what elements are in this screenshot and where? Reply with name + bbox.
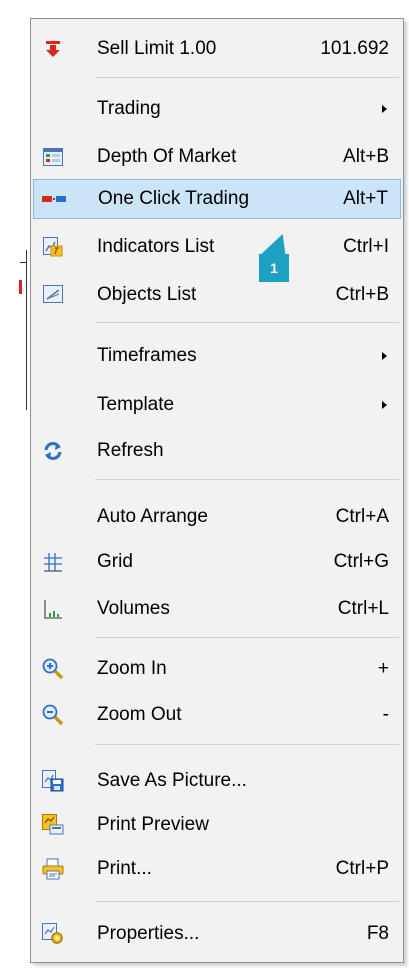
menu-item-label: Zoom Out	[97, 704, 182, 725]
menu-item-volumes[interactable]: Volumes Ctrl+L	[31, 589, 403, 629]
menu-item-label: Properties...	[97, 923, 200, 944]
refresh-icon	[41, 439, 65, 463]
indicators-list-icon	[41, 235, 65, 259]
menu-separator	[95, 901, 399, 902]
menu-item-label: One Click Trading	[98, 188, 250, 209]
menu-item-print-preview[interactable]: Print Preview	[31, 805, 403, 845]
menu-item-label: Print Preview	[97, 814, 209, 835]
printer-icon	[41, 857, 65, 881]
menu-item-label: Zoom In	[97, 658, 167, 679]
menu-item-shortcut: -	[382, 704, 389, 725]
menu-item-label: Template	[97, 394, 175, 415]
menu-item-shortcut: Alt+T	[343, 188, 388, 209]
menu-item-label: Refresh	[97, 440, 164, 461]
chart-edge-marker	[19, 280, 22, 294]
menu-item-shortcut: Alt+B	[343, 146, 389, 167]
print-preview-icon	[41, 813, 65, 837]
annotation-badge: 1	[259, 254, 289, 282]
menu-item-label: Grid	[97, 551, 133, 572]
objects-list-icon	[41, 283, 65, 307]
volumes-icon	[41, 597, 65, 621]
save-as-picture-icon	[41, 769, 65, 793]
menu-item-label: Depth Of Market	[97, 146, 237, 167]
menu-item-depth-of-market[interactable]: Depth Of Market Alt+B	[31, 137, 403, 177]
menu-item-shortcut: Ctrl+A	[335, 506, 389, 527]
menu-item-label: Objects List	[97, 284, 197, 305]
menu-item-sell-limit[interactable]: Sell Limit 1.00 101.692	[31, 29, 403, 69]
menu-item-label: Volumes	[97, 598, 170, 619]
menu-item-label: Print...	[97, 858, 152, 879]
menu-item-shortcut: Ctrl+B	[335, 284, 389, 305]
menu-item-timeframes[interactable]: Timeframes	[31, 336, 403, 376]
menu-item-trading[interactable]: Trading	[31, 89, 403, 129]
sell-arrow-icon	[41, 37, 65, 61]
menu-item-label: Auto Arrange	[97, 506, 208, 527]
menu-item-shortcut: Ctrl+I	[343, 236, 389, 257]
submenu-arrow-icon	[382, 401, 387, 409]
menu-item-refresh[interactable]: Refresh	[31, 431, 403, 471]
menu-item-price: 101.692	[320, 38, 389, 59]
one-click-trading-icon	[42, 187, 66, 211]
menu-item-one-click-trading[interactable]: One Click Trading Alt+T	[33, 179, 401, 219]
menu-item-indicators-list[interactable]: Indicators List Ctrl+I	[31, 227, 403, 267]
menu-separator	[95, 322, 399, 323]
depth-of-market-icon	[41, 145, 65, 169]
menu-item-label: Save As Picture...	[97, 770, 247, 791]
menu-item-auto-arrange[interactable]: Auto Arrange Ctrl+A	[31, 497, 403, 537]
grid-icon	[41, 550, 65, 574]
properties-icon	[41, 922, 65, 946]
chart-edge-line	[26, 250, 27, 410]
menu-item-properties[interactable]: Properties... F8	[31, 914, 403, 954]
menu-separator	[95, 77, 399, 78]
menu-item-save-as-picture[interactable]: Save As Picture...	[31, 761, 403, 801]
menu-item-zoom-in[interactable]: Zoom In +	[31, 649, 403, 689]
submenu-arrow-icon	[382, 105, 387, 113]
menu-item-print[interactable]: Print... Ctrl+P	[31, 849, 403, 889]
menu-item-label: Sell Limit 1.00	[97, 38, 217, 59]
zoom-in-icon	[41, 657, 65, 681]
chart-edge-tick	[20, 262, 27, 263]
menu-item-grid[interactable]: Grid Ctrl+G	[31, 542, 403, 582]
menu-separator	[95, 479, 399, 480]
menu-item-objects-list[interactable]: Objects List Ctrl+B	[31, 275, 403, 315]
submenu-arrow-icon	[382, 352, 387, 360]
menu-item-zoom-out[interactable]: Zoom Out -	[31, 695, 403, 735]
menu-separator	[95, 637, 399, 638]
menu-item-label: Timeframes	[97, 345, 197, 366]
menu-item-template[interactable]: Template	[31, 385, 403, 425]
menu-item-shortcut: Ctrl+P	[335, 858, 389, 879]
zoom-out-icon	[41, 703, 65, 727]
menu-separator	[95, 744, 399, 745]
menu-item-shortcut: F8	[366, 923, 389, 944]
menu-item-label: Trading	[97, 98, 161, 119]
menu-item-shortcut: Ctrl+L	[337, 598, 389, 619]
menu-item-shortcut: Ctrl+G	[333, 551, 389, 572]
menu-item-label: Indicators List	[97, 236, 215, 257]
context-menu: Sell Limit 1.00 101.692 Trading Depth Of…	[30, 18, 404, 963]
menu-item-shortcut: +	[377, 658, 389, 679]
